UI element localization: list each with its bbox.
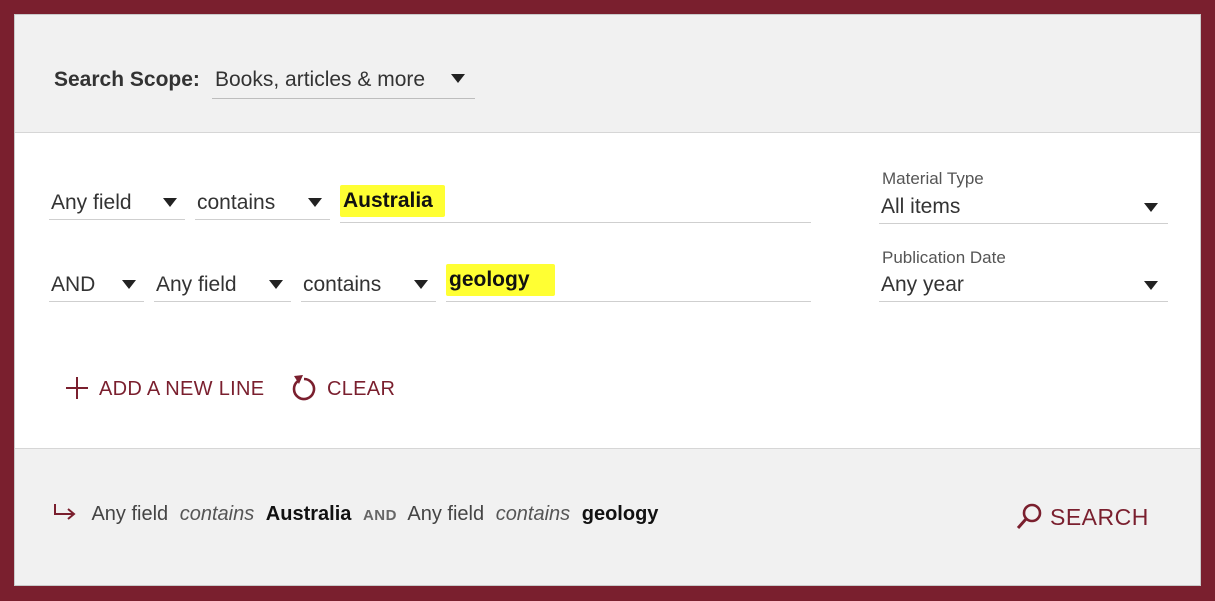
- publication-date-label: Publication Date: [882, 248, 1006, 267]
- summary-field-1: Any field: [91, 503, 169, 525]
- search-scope-dropdown[interactable]: Books, articles & more: [212, 55, 475, 99]
- line1-field-dropdown[interactable]: Any field: [49, 178, 185, 220]
- publication-date-value: Any year: [881, 273, 964, 296]
- query-summary: Any field contains Australia AND Any fie…: [53, 502, 664, 526]
- chevron-down-icon: [122, 280, 136, 289]
- line2-boolean-value: AND: [51, 273, 96, 296]
- clear-button[interactable]: CLEAR: [290, 370, 400, 406]
- chevron-down-icon: [163, 198, 177, 207]
- search-icon: [1016, 503, 1042, 529]
- material-type-value: All items: [881, 195, 961, 218]
- chevron-down-icon: [451, 74, 465, 83]
- query-summary-bar: Any field contains Australia AND Any fie…: [15, 448, 1200, 585]
- chevron-down-icon: [414, 280, 428, 289]
- line1-operator-value: contains: [197, 191, 276, 214]
- line1-field-value: Any field: [51, 191, 132, 214]
- advanced-search-panel: Search Scope: Books, articles & more Any…: [14, 14, 1201, 586]
- chevron-down-icon: [1144, 203, 1158, 212]
- publication-date-dropdown[interactable]: Any year: [879, 268, 1168, 302]
- material-type-dropdown[interactable]: All items: [879, 190, 1168, 224]
- summary-boolean: AND: [362, 507, 397, 524]
- search-scope-label: Search Scope:: [54, 68, 200, 91]
- summary-field-2: Any field: [407, 503, 485, 525]
- line2-field-value: Any field: [156, 273, 237, 296]
- add-new-line-label: ADD A NEW LINE: [99, 378, 265, 400]
- line2-field-dropdown[interactable]: Any field: [154, 260, 291, 302]
- line1-term-value: Australia: [343, 189, 433, 212]
- add-new-line-button[interactable]: ADD A NEW LINE: [66, 370, 264, 406]
- summary-operator-1: contains: [179, 503, 255, 525]
- clear-label: CLEAR: [327, 378, 396, 400]
- line1-operator-dropdown[interactable]: contains: [195, 178, 330, 220]
- chevron-down-icon: [308, 198, 322, 207]
- line2-operator-value: contains: [303, 273, 382, 296]
- search-scope-value: Books, articles & more: [215, 68, 426, 91]
- summary-term-1: Australia: [265, 503, 352, 525]
- return-arrow-icon: [54, 504, 76, 520]
- summary-operator-2: contains: [495, 503, 571, 525]
- chevron-down-icon: [269, 280, 283, 289]
- reset-icon: [292, 375, 316, 401]
- line2-term-input[interactable]: geology: [446, 260, 811, 302]
- search-button[interactable]: SEARCH: [1015, 494, 1148, 538]
- line1-term-input[interactable]: Australia: [340, 181, 811, 223]
- line2-boolean-dropdown[interactable]: AND: [49, 260, 144, 302]
- plus-icon-vertical: [76, 377, 78, 399]
- line2-term-value: geology: [449, 268, 530, 291]
- material-type-label: Material Type: [882, 169, 984, 188]
- search-button-label: SEARCH: [1050, 504, 1149, 530]
- summary-term-2: geology: [581, 503, 659, 525]
- chevron-down-icon: [1144, 281, 1158, 290]
- search-scope-bar: Search Scope: Books, articles & more: [15, 15, 1200, 133]
- line2-operator-dropdown[interactable]: contains: [301, 260, 436, 302]
